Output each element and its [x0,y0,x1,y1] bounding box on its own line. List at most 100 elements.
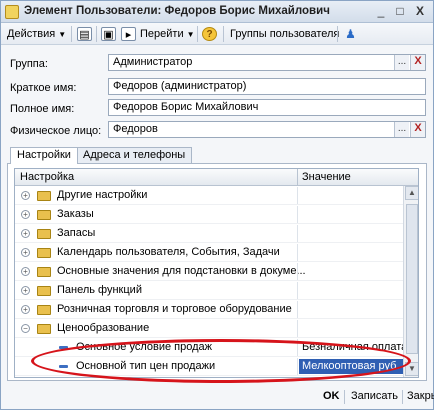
column-divider [297,301,298,318]
table-row[interactable]: + Основные значения для подстановки в до… [15,263,403,281]
column-divider [297,206,298,223]
column-divider [297,225,298,242]
group-value: Администратор [113,56,193,68]
save-button[interactable]: Записать [351,390,398,402]
column-divider [297,187,298,204]
screen-view-icon[interactable]: ▣ [101,27,116,41]
vertical-scrollbar[interactable]: ▲ ▼ [403,186,418,377]
expand-icon[interactable]: + [21,229,30,238]
row-label: Запасы [57,227,96,239]
scroll-up-icon[interactable]: ▲ [405,186,418,200]
close-window-button[interactable]: X [411,4,429,20]
actions-label: Действия [7,28,56,40]
row-label: Основные значения для подстановки в доку… [57,265,306,277]
row-label: Панель функций [57,284,142,296]
setting-item-icon [59,346,68,349]
help-icon[interactable]: ? [202,27,217,41]
table-row[interactable]: + Запасы [15,225,403,243]
folder-icon [37,229,51,239]
column-divider [297,282,298,299]
table-header: Настройка Значение [15,169,418,186]
save-image-icon[interactable]: ▤ [77,27,92,41]
title-bar: Элемент Пользователи: Федоров Борис Миха… [1,1,433,23]
row-label: Ценообразование [57,322,150,334]
short-name-label: Краткое имя: [10,82,77,94]
bottom-bar: OK Записать Закрыть [1,385,434,409]
goto-label: Перейти [140,28,184,40]
expand-icon[interactable]: + [21,267,30,276]
full-name-label: Полное имя: [10,103,75,115]
minimize-button[interactable]: _ [372,4,390,20]
expand-icon[interactable]: + [21,286,30,295]
tab-addresses-phones[interactable]: Адреса и телефоны [76,147,193,163]
toolbar: Действия ▼ ▤ ▣ ▸ Перейти ▼ ? Группы поль… [1,23,433,45]
group-label: Группа: [10,58,48,70]
physical-person-field[interactable]: Федоров ... X [108,121,426,138]
expand-icon[interactable]: + [21,210,30,219]
folder-app-icon [5,5,19,19]
folder-icon [37,286,51,296]
row-label: Другие настройки [57,189,148,201]
dropdown-arrow-icon: ▼ [186,30,195,39]
row-label: Календарь пользователя, События, Задачи [57,246,280,258]
setting-item-icon [59,365,68,368]
row-label: Основное условие продаж [76,341,213,353]
column-divider [297,263,298,280]
header-divider [297,169,298,186]
header-value[interactable]: Значение [302,171,351,183]
toolbar-separator [223,26,224,42]
short-name-value: Федоров (администратор) [113,80,247,92]
goto-menu[interactable]: Перейти ▼ [140,26,195,42]
close-button[interactable]: Закрыть [407,390,434,402]
table-row[interactable]: + Панель функций [15,282,403,300]
row-label: Заказы [57,208,94,220]
group-select-button[interactable]: ... [394,55,409,70]
toolbar-separator [197,26,198,42]
table-row[interactable]: Основное условие продаж Безналичная опла… [15,339,407,357]
folder-icon [37,267,51,277]
physical-person-select-button[interactable]: ... [394,122,409,137]
dropdown-arrow-icon: ▼ [58,30,67,39]
user-element-window: Элемент Пользователи: Федоров Борис Миха… [0,0,434,410]
column-divider [297,320,298,337]
expand-icon[interactable]: + [21,305,30,314]
user-groups-button[interactable]: Группы пользователя [230,26,339,42]
table-row[interactable]: − Ценообразование [15,320,403,338]
goto-icon[interactable]: ▸ [121,27,136,41]
row-value[interactable]: Безналичная оплата [302,341,407,353]
row-label: Основной тип цен продажи [76,360,216,372]
actions-menu[interactable]: Действия ▼ [7,26,66,42]
folder-icon [37,305,51,315]
selected-value-cell[interactable]: Мелкооптовая руб. [299,359,403,374]
table-row-selected[interactable]: Основной тип цен продажи Мелкооптовая ру… [15,358,403,376]
folder-icon [37,248,51,258]
user-icon[interactable]: ♟ [343,27,358,41]
expand-icon[interactable]: + [21,248,30,257]
group-field[interactable]: Администратор ... X [108,54,426,71]
physical-person-clear-button[interactable]: X [410,122,425,137]
short-name-input[interactable]: Федоров (администратор) [108,78,426,95]
button-separator [344,390,345,404]
column-divider [297,358,298,375]
table-row[interactable]: + Другие настройки [15,187,403,205]
toolbar-separator [337,26,338,42]
row-value: Мелкооптовая руб. [302,360,400,372]
full-name-value: Федоров Борис Михайлович [113,101,259,113]
toolbar-separator [96,26,97,42]
row-label: Розничная торговля и торговое оборудован… [57,303,292,315]
table-row[interactable]: + Заказы [15,206,403,224]
table-row[interactable]: + Календарь пользователя, События, Задач… [15,244,403,262]
maximize-button[interactable]: □ [391,4,409,20]
physical-person-label: Физическое лицо: [10,125,102,137]
window-title: Элемент Пользователи: Федоров Борис Миха… [24,5,330,17]
ok-button[interactable]: OK [323,390,340,402]
header-setting[interactable]: Настройка [20,171,74,183]
tab-settings[interactable]: Настройки [10,147,78,164]
collapse-icon[interactable]: − [21,324,30,333]
scroll-thumb[interactable] [406,204,418,354]
group-clear-button[interactable]: X [410,55,425,70]
scroll-down-icon[interactable]: ▼ [405,362,418,376]
expand-icon[interactable]: + [21,191,30,200]
table-row[interactable]: + Розничная торговля и торговое оборудов… [15,301,403,319]
full-name-input[interactable]: Федоров Борис Михайлович [108,99,426,116]
